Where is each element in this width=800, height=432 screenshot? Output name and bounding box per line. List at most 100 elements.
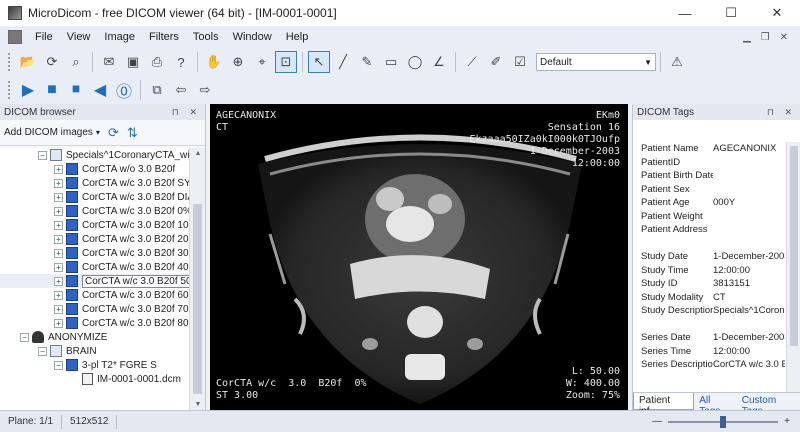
rotate-icon[interactable]: ⟳ [41,51,63,73]
export-icon[interactable]: ▣ [122,51,144,73]
tags-scrollbar[interactable] [786,142,800,392]
window-preset-select[interactable]: Default ▼ [536,53,656,71]
collapse-icon[interactable]: − [54,360,63,370]
scroll-thumb[interactable] [790,146,798,346]
menu-filters[interactable]: Filters [142,31,186,43]
tree-study[interactable]: − Specials^1CoronaryCTA_with [0,148,190,162]
tree-series[interactable]: + CorCTA w/c 3.0 B20f 80' [0,316,190,330]
scroll-thumb[interactable] [193,204,202,394]
expand-icon[interactable]: + [54,192,63,202]
tree-patient[interactable]: − ANONYMIZE [0,330,190,344]
pan-icon[interactable]: ✋ [203,51,225,73]
stop-icon[interactable]: ⏹ [65,79,87,101]
panel-pin-close-icons[interactable]: ⊓ ✕ [172,107,201,118]
tree-study[interactable]: − BRAIN [0,344,190,358]
expand-icon[interactable]: + [54,262,63,272]
fit-icon[interactable]: ⊡ [275,51,297,73]
refresh-icon[interactable]: ⟳ [108,125,119,141]
play-icon[interactable]: ▶ [17,79,39,101]
menu-file[interactable]: File [28,31,60,43]
tree-series[interactable]: + CorCTA w/c 3.0 B20f 30' [0,246,190,260]
collapse-icon[interactable]: − [38,150,47,160]
open-icon[interactable]: 📂 [17,51,39,73]
menu-window[interactable]: Window [226,31,279,43]
expand-icon[interactable]: + [54,276,63,286]
expand-icon[interactable]: + [54,164,63,174]
tree-series[interactable]: + CorCTA w/c 3.0 B20f 20' [0,232,190,246]
help-icon[interactable]: ? [170,51,192,73]
expand-icon[interactable]: + [54,318,63,328]
forward-icon[interactable]: ⇨ [194,79,216,101]
expand-icon[interactable]: + [54,220,63,230]
chevron-down-icon[interactable]: ▾ [96,128,100,137]
expand-icon[interactable]: + [54,290,63,300]
expand-icon[interactable]: + [54,206,63,216]
tree-series[interactable]: + CorCTA w/c 3.0 B20f 70' [0,302,190,316]
toolbar-grip[interactable] [8,81,12,99]
annotate-icon[interactable]: ✐ [485,51,507,73]
tree-series[interactable]: + CorCTA w/c 3.0 B20f 0% [0,204,190,218]
tab-custom-tags[interactable]: Custom Tags [737,393,800,417]
tree-series[interactable]: + CorCTA w/c 3.0 B20f 10' [0,218,190,232]
rectangle-icon[interactable]: ▭ [380,51,402,73]
zoom-slider[interactable] [668,415,779,428]
add-dicom-images-button[interactable]: Add DICOM images [4,127,93,138]
sort-icon[interactable]: ⇅ [127,125,138,141]
ruler-icon[interactable]: ⟋ [461,51,483,73]
layout-icon[interactable]: ⧉ [146,79,168,101]
collapse-icon[interactable]: − [20,332,29,342]
panel-pin-close-icons[interactable]: ⊓ ✕ [767,107,796,118]
tree-series-label: CorCTA w/c 3.0 B20f 60' [82,289,190,301]
mdi-minimize-button[interactable]: ▁ [743,32,751,43]
zoom-slider-handle[interactable] [720,415,727,428]
tab-all-tags[interactable]: All Tags [694,393,736,417]
menu-view[interactable]: View [60,31,98,43]
tree-series[interactable]: + CorCTA w/c 3.0 B20f 50% [0,274,190,288]
back-icon[interactable]: ⇦ [170,79,192,101]
tree-series[interactable]: + CorCTA w/c 3.0 B20f 40' [0,260,190,274]
expand-icon[interactable]: + [54,248,63,258]
tree-series[interactable]: + CorCTA w/o 3.0 B20f [0,162,190,176]
scroll-down-icon[interactable]: ▼ [190,401,206,408]
angle-icon[interactable]: ∠ [428,51,450,73]
tree-series[interactable]: + CorCTA w/c 3.0 B20f DIA [0,190,190,204]
menu-tools[interactable]: Tools [186,31,226,43]
close-button[interactable]: ✕ [754,0,800,26]
checkbox-icon[interactable]: ☑ [509,51,531,73]
ellipse-icon[interactable]: ◯ [404,51,426,73]
zoom-icon[interactable]: ⊕ [227,51,249,73]
tab-patient-info[interactable]: Patient inf... [633,393,695,417]
expand-icon[interactable]: + [54,304,63,314]
browser-scrollbar[interactable]: ▲ ▼ [189,148,205,410]
tree-series[interactable]: + CorCTA w/c 3.0 B20f 60' [0,288,190,302]
print-icon[interactable]: ⎙ [146,51,168,73]
minimize-button[interactable]: — [662,0,708,26]
magnifier-icon[interactable]: ⌖ [251,51,273,73]
menu-help[interactable]: Help [279,31,316,43]
tree-series[interactable]: + CorCTA w/c 3.0 B20f SY: [0,176,190,190]
zoom-in-button[interactable]: + [784,416,790,427]
tree-series[interactable]: − 3-pl T2* FGRE S [0,358,190,372]
warning-icon[interactable]: ⚠ [666,51,688,73]
mail-icon[interactable]: ✉ [98,51,120,73]
search-icon[interactable]: ⌕ [65,51,87,73]
scroll-up-icon[interactable]: ▲ [190,150,206,157]
reverse-icon[interactable]: ◀ [89,79,111,101]
mdi-restore-button[interactable]: ❐ [761,32,770,43]
line-icon[interactable]: ╱ [332,51,354,73]
pencil-icon[interactable]: ✎ [356,51,378,73]
expand-icon[interactable]: + [54,234,63,244]
zoom-out-button[interactable]: — [652,416,662,427]
menu-image[interactable]: Image [97,31,142,43]
frame-counter-icon[interactable]: ⓪ [113,79,135,101]
toolbar-grip[interactable] [8,53,12,71]
tag-name: Study Time [641,264,689,276]
expand-icon[interactable]: + [54,178,63,188]
image-viewer[interactable]: AGECANONIX CT EKm0 Sensation 16 Ekzaaa50… [210,104,628,410]
maximize-button[interactable]: ☐ [708,0,754,26]
pause-icon[interactable]: ■ [41,79,63,101]
pointer-icon[interactable]: ↖ [308,51,330,73]
mdi-close-button[interactable]: ✕ [780,32,788,43]
tree-file[interactable]: IM-0001-0001.dcm [0,372,190,386]
collapse-icon[interactable]: − [38,346,47,356]
